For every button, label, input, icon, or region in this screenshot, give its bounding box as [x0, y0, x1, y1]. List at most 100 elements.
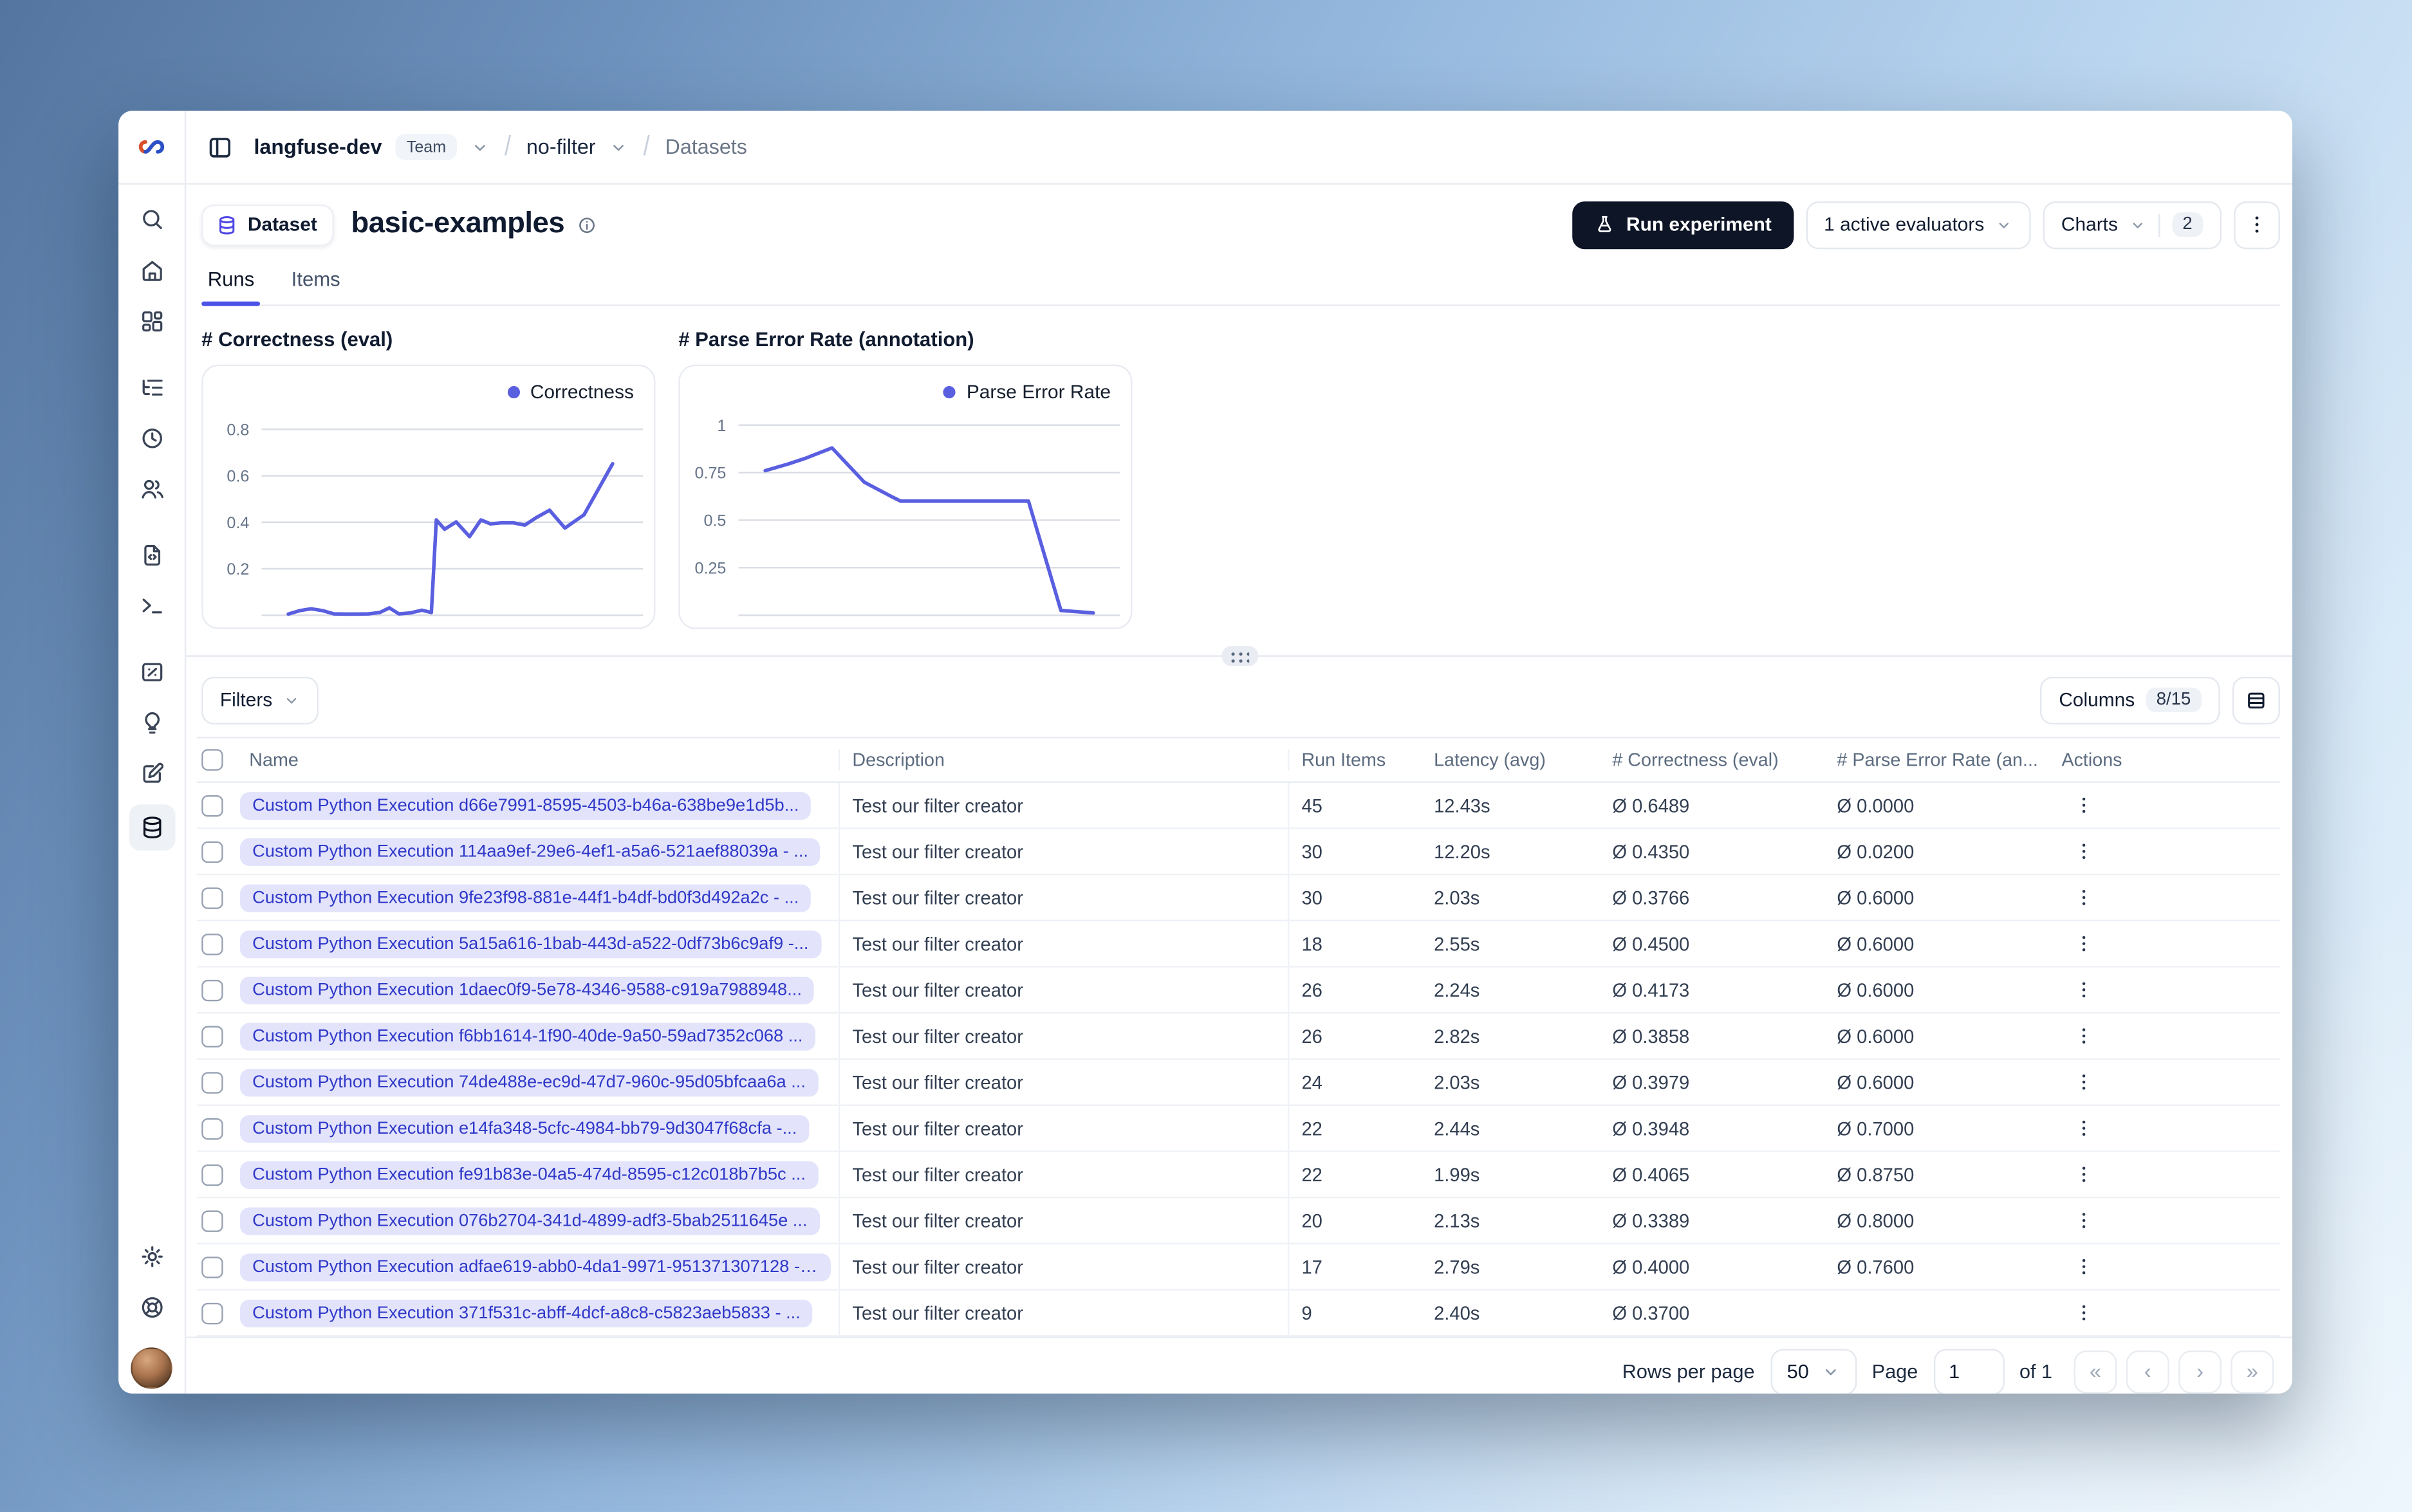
- run-name-link[interactable]: Custom Python Execution 1daec0f9-5e78-43…: [239, 975, 815, 1004]
- run-name-link[interactable]: Custom Python Execution f6bb1614-1f90-40…: [239, 1022, 815, 1050]
- table-row[interactable]: Custom Python Execution 74de488e-ec9d-47…: [197, 1060, 2280, 1106]
- table-row[interactable]: Custom Python Execution e14fa348-5cfc-49…: [197, 1105, 2280, 1152]
- table-row[interactable]: Custom Python Execution 5a15a616-1bab-44…: [197, 921, 2280, 968]
- column-header-correctness[interactable]: # Correctness (eval): [1600, 749, 1824, 770]
- run-name-link[interactable]: Custom Python Execution 5a15a616-1bab-44…: [239, 930, 821, 958]
- table-row[interactable]: Custom Python Execution f6bb1614-1f90-40…: [197, 1013, 2280, 1060]
- breadcrumb-section[interactable]: Datasets: [665, 135, 747, 158]
- run-name-link[interactable]: Custom Python Execution 74de488e-ec9d-47…: [239, 1068, 819, 1096]
- row-actions-button[interactable]: [2049, 1060, 2280, 1104]
- table-row[interactable]: Custom Python Execution 1daec0f9-5e78-43…: [197, 967, 2280, 1014]
- row-actions-button[interactable]: [2049, 783, 2280, 827]
- table-row[interactable]: Custom Python Execution 371f531c-abff-4d…: [197, 1290, 2280, 1337]
- columns-button[interactable]: Columns 8/15: [2040, 676, 2220, 724]
- column-header-description[interactable]: Description: [840, 749, 1290, 771]
- row-height-button[interactable]: [2232, 676, 2280, 724]
- column-header-parse-error-rate[interactable]: # Parse Error Rate (an...: [1824, 749, 2049, 770]
- row-actions-button[interactable]: [2049, 968, 2280, 1012]
- more-options-button[interactable]: [2234, 200, 2280, 249]
- run-name-link[interactable]: Custom Python Execution 076b2704-341d-48…: [239, 1206, 820, 1235]
- row-actions-button[interactable]: [2049, 1291, 2280, 1335]
- row-checkbox[interactable]: [201, 1210, 223, 1231]
- sidebar-item-settings settings-icon[interactable]: [130, 1237, 173, 1277]
- sidebar-item-support support-icon[interactable]: [130, 1287, 173, 1327]
- column-header-name[interactable]: Name: [237, 749, 840, 771]
- info-icon[interactable]: [577, 214, 597, 234]
- row-actions-button[interactable]: [2049, 1198, 2280, 1242]
- row-checkbox[interactable]: [201, 1302, 223, 1324]
- row-actions-button[interactable]: [2049, 1013, 2280, 1058]
- chevron-down-icon[interactable]: [470, 138, 489, 156]
- breadcrumb-project[interactable]: no-filter: [526, 135, 596, 158]
- run-name-link[interactable]: Custom Python Execution d66e7991-8595-45…: [239, 791, 812, 820]
- column-header-latency[interactable]: Latency (avg): [1422, 749, 1600, 770]
- breadcrumb-org[interactable]: langfuse-dev: [254, 135, 382, 158]
- row-actions-button[interactable]: [2049, 921, 2280, 966]
- run-name-link[interactable]: Custom Python Execution e14fa348-5cfc-49…: [239, 1114, 810, 1143]
- next-page-button[interactable]: ›: [2178, 1349, 2222, 1393]
- prev-page-button[interactable]: ‹: [2126, 1349, 2169, 1393]
- sidebar-item-lightbulb lightbulb-icon[interactable]: [130, 703, 173, 743]
- row-actions-button[interactable]: [2049, 829, 2280, 874]
- row-checkbox[interactable]: [201, 1117, 223, 1139]
- row-actions-button[interactable]: [2049, 875, 2280, 919]
- column-header-run-items[interactable]: Run Items: [1289, 749, 1422, 770]
- cell-correctness: Ø 0.4000: [1612, 1255, 1690, 1278]
- row-checkbox[interactable]: [201, 1071, 223, 1093]
- page-number-input[interactable]: [1933, 1348, 2005, 1394]
- row-checkbox[interactable]: [201, 887, 223, 908]
- table-row[interactable]: Custom Python Execution d66e7991-8595-45…: [197, 782, 2280, 829]
- sidebar-item-tracing tracing-icon[interactable]: [130, 367, 173, 407]
- table-row[interactable]: Custom Python Execution 114aa9ef-29e6-4e…: [197, 829, 2280, 876]
- sidebar-item-home home-icon[interactable]: [130, 251, 173, 291]
- svg-text:0.5: 0.5: [703, 512, 726, 530]
- row-checkbox[interactable]: [201, 979, 223, 1001]
- row-actions-button[interactable]: [2049, 1152, 2280, 1197]
- table-row[interactable]: Custom Python Execution 9fe23f98-881e-44…: [197, 875, 2280, 921]
- run-name-link[interactable]: Custom Python Execution 9fe23f98-881e-44…: [239, 883, 812, 912]
- tab-items[interactable]: Items: [288, 268, 344, 304]
- row-actions-button[interactable]: [2049, 1244, 2280, 1289]
- resize-grip-handle[interactable]: [1220, 646, 1258, 667]
- run-experiment-button[interactable]: Run experiment: [1572, 200, 1794, 249]
- cell-description: Test our filter creator: [840, 1152, 1290, 1197]
- run-name-link[interactable]: Custom Python Execution 114aa9ef-29e6-4e…: [239, 837, 821, 865]
- charts-toggle-button[interactable]: Charts 2: [2043, 200, 2222, 249]
- sidebar-item-playground playground-icon[interactable]: [130, 586, 173, 626]
- sidebar-item-datasets datasets-icon[interactable]: [128, 804, 175, 851]
- chart-title: # Correctness (eval): [201, 327, 393, 351]
- chevron-down-icon[interactable]: [609, 138, 628, 156]
- table-row[interactable]: Custom Python Execution adfae619-abb0-4d…: [197, 1244, 2280, 1291]
- run-name-link[interactable]: Custom Python Execution 371f531c-abff-4d…: [239, 1298, 813, 1327]
- sidebar-item-annotation annotation-icon[interactable]: [130, 753, 173, 793]
- row-checkbox[interactable]: [201, 1025, 223, 1047]
- run-name-link[interactable]: Custom Python Execution fe91b83e-04a5-47…: [239, 1160, 819, 1188]
- row-checkbox-cell: [197, 1106, 237, 1150]
- row-actions-button[interactable]: [2049, 1106, 2280, 1150]
- sidebar-item-scores scores-icon[interactable]: [130, 652, 173, 692]
- first-page-button[interactable]: «: [2073, 1349, 2117, 1393]
- row-checkbox[interactable]: [201, 1255, 223, 1278]
- row-checkbox[interactable]: [201, 932, 223, 955]
- table-row[interactable]: Custom Python Execution fe91b83e-04a5-47…: [197, 1152, 2280, 1199]
- row-checkbox[interactable]: [201, 1163, 223, 1185]
- active-evaluators-button[interactable]: 1 active evaluators: [1805, 200, 2031, 249]
- row-checkbox[interactable]: [201, 794, 223, 816]
- sidebar-item-search search-icon[interactable]: [130, 200, 173, 240]
- select-all-checkbox[interactable]: [201, 749, 223, 771]
- langfuse-logo[interactable]: [118, 111, 187, 185]
- filters-button[interactable]: Filters: [201, 676, 319, 724]
- run-name-link[interactable]: Custom Python Execution adfae619-abb0-4d…: [239, 1253, 831, 1281]
- table-row[interactable]: Custom Python Execution 076b2704-341d-48…: [197, 1198, 2280, 1245]
- sidebar-item-dashboard dashboard-icon[interactable]: [130, 302, 173, 342]
- sidebar-item-users users-icon[interactable]: [130, 469, 173, 509]
- sidebar-item-prompts prompts-icon[interactable]: [130, 535, 173, 575]
- row-checkbox[interactable]: [201, 840, 223, 862]
- last-page-button[interactable]: »: [2231, 1349, 2274, 1393]
- sidebar-item-sessions sessions-icon[interactable]: [130, 418, 173, 458]
- cell-latency: 2.03s: [1434, 1071, 1480, 1093]
- user-avatar[interactable]: [131, 1347, 172, 1389]
- rows-per-page-select[interactable]: 50: [1770, 1348, 1857, 1394]
- tab-runs[interactable]: Runs: [201, 268, 261, 306]
- sidebar-toggle-icon[interactable]: [206, 133, 234, 161]
